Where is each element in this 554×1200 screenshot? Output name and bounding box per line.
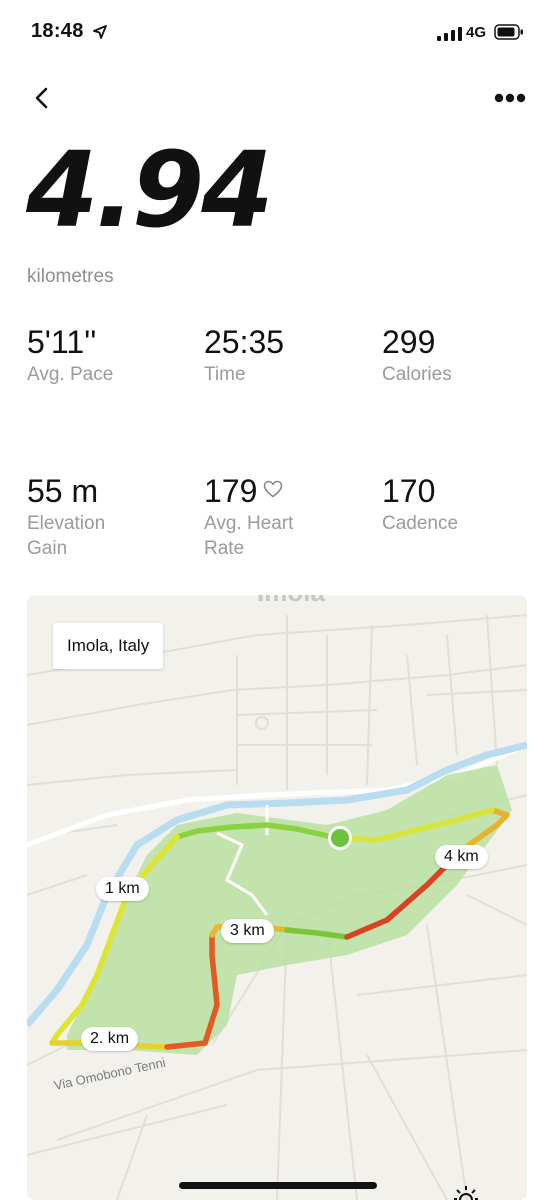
stat-value: 5'11'' bbox=[27, 324, 97, 360]
stat-label: Time bbox=[204, 364, 246, 386]
distance-value: 4.94 bbox=[26, 129, 274, 251]
stat-avg-heart-rate: 179 Avg. Heart Rate bbox=[204, 473, 364, 561]
stat-label: Calories bbox=[382, 364, 452, 386]
stat-calories: 299 Calories bbox=[382, 324, 542, 387]
stat-value: 179 bbox=[204, 473, 258, 509]
km-marker-2: 2. km bbox=[81, 1027, 139, 1051]
location-label: Imola, Italy bbox=[53, 623, 164, 669]
city-label: Imola bbox=[257, 595, 325, 607]
signal-strength-icon bbox=[437, 27, 462, 41]
chevron-left-icon[interactable] bbox=[28, 84, 56, 112]
current-position-dot bbox=[331, 829, 349, 847]
sun-icon bbox=[454, 1186, 478, 1200]
route-map[interactable]: Via Omobono Tenni Imola Imola, Italy 1 k… bbox=[27, 595, 527, 1200]
stat-label: Cadence bbox=[382, 513, 459, 535]
stat-value: 55 m bbox=[27, 473, 99, 509]
stat-value: 25:35 bbox=[204, 324, 285, 360]
stat-value: 299 bbox=[382, 324, 436, 360]
stat-label: Avg. Heart Rate bbox=[204, 513, 294, 560]
stat-value: 170 bbox=[382, 473, 436, 509]
stat-label: Elevation Gain bbox=[27, 513, 106, 560]
network-type: 4G bbox=[466, 24, 487, 41]
stat-label: Avg. Pace bbox=[27, 364, 114, 386]
km-marker-4: 4 km bbox=[435, 845, 488, 869]
stat-value-row: 179 bbox=[204, 473, 364, 509]
status-bar: 18:48 4G bbox=[0, 0, 554, 64]
stat-avg-pace: 5'11'' Avg. Pace bbox=[27, 324, 187, 387]
location-arrow-icon bbox=[93, 25, 107, 39]
distance-unit: kilometres bbox=[27, 266, 114, 287]
battery-icon bbox=[494, 24, 523, 40]
more-horizontal-icon[interactable] bbox=[490, 84, 530, 112]
home-indicator[interactable] bbox=[179, 1182, 377, 1189]
nav-bar bbox=[0, 72, 554, 122]
km-marker-3: 3 km bbox=[221, 919, 274, 943]
km-marker-1: 1 km bbox=[96, 877, 149, 901]
stat-elevation-gain: 55 m Elevation Gain bbox=[27, 473, 187, 561]
stat-time: 25:35 Time bbox=[204, 324, 364, 387]
heart-outline-icon bbox=[264, 480, 283, 498]
status-time: 18:48 bbox=[31, 20, 84, 42]
stat-cadence: 170 Cadence bbox=[382, 473, 542, 536]
